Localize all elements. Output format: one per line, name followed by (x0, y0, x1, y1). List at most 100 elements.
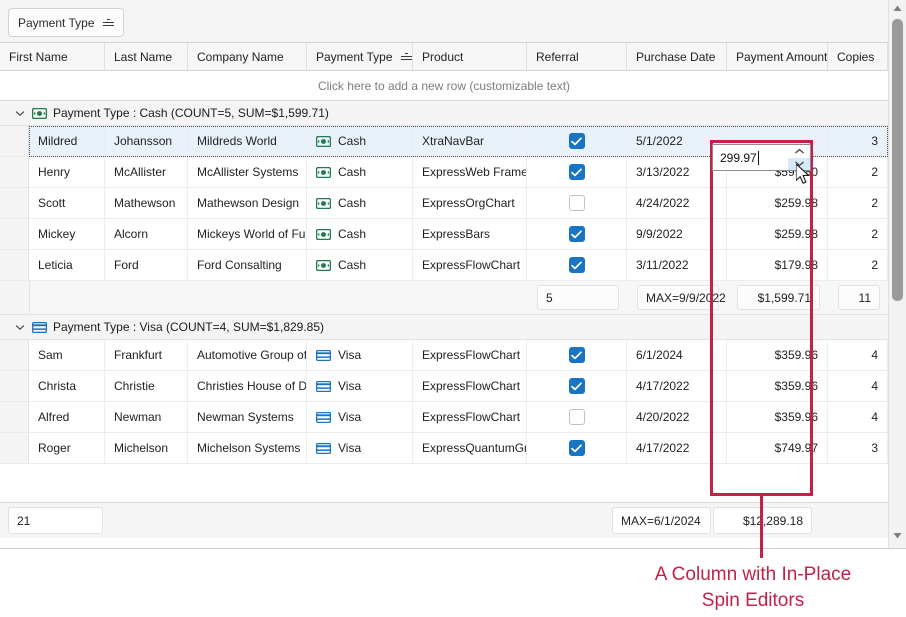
cell-payment_type[interactable]: Visa (307, 433, 413, 463)
cell-purchase_date[interactable]: 4/17/2022 (627, 371, 727, 401)
table-row[interactable]: Christa Christie Christies House of Des Vis… (0, 371, 888, 402)
referral-checkbox[interactable] (568, 226, 585, 242)
cell-copies[interactable]: 4 (828, 371, 888, 401)
scrollbar-thumb[interactable] (892, 19, 903, 301)
cell-payment_type[interactable]: Cash (307, 219, 413, 249)
referral-checkbox[interactable] (568, 257, 585, 273)
cell-product[interactable]: ExpressBars (413, 219, 527, 249)
referral-checkbox[interactable] (568, 195, 585, 211)
cell-payment_amount[interactable]: $259.98 (727, 219, 828, 249)
cell-last_name[interactable]: Michelson (105, 433, 188, 463)
group-header-row[interactable]: Payment Type : Visa (COUNT=4, SUM=$1,829… (0, 315, 888, 340)
cell-last_name[interactable]: Johansson (105, 126, 188, 156)
cell-referral[interactable] (527, 126, 627, 156)
group-by-panel[interactable]: Payment Type (0, 0, 888, 43)
cell-purchase_date[interactable]: 6/1/2024 (627, 340, 727, 370)
cell-payment_amount[interactable]: $359.96 (727, 340, 828, 370)
spin-down-button[interactable] (788, 157, 810, 170)
group-chip-payment-type[interactable]: Payment Type (8, 8, 124, 37)
column-header-company_name[interactable]: Company Name (188, 43, 307, 70)
payment-amount-spin-editor[interactable]: 299.97 (712, 144, 811, 171)
scroll-down-arrow-icon[interactable] (889, 527, 906, 544)
cell-company_name[interactable]: Mildreds World (188, 126, 307, 156)
cell-purchase_date[interactable]: 4/20/2022 (627, 402, 727, 432)
cell-copies[interactable]: 4 (828, 340, 888, 370)
table-row[interactable]: Roger Michelson Michelson Systems Visa Expre… (0, 433, 888, 464)
table-row[interactable]: Scott Mathewson Mathewson Design Cash Expres… (0, 188, 888, 219)
cell-last_name[interactable]: Mathewson (105, 188, 188, 218)
cell-payment_type[interactable]: Visa (307, 402, 413, 432)
cell-payment_type[interactable]: Cash (307, 188, 413, 218)
cell-payment_type[interactable]: Visa (307, 340, 413, 370)
cell-last_name[interactable]: Ford (105, 250, 188, 280)
referral-checkbox[interactable] (568, 440, 585, 456)
cell-copies[interactable]: 4 (828, 402, 888, 432)
column-header-product[interactable]: Product (413, 43, 527, 70)
column-header-payment_type[interactable]: Payment Type (307, 43, 413, 70)
column-header-first_name[interactable]: First Name (0, 43, 105, 70)
referral-checkbox[interactable] (568, 347, 585, 363)
column-header-last_name[interactable]: Last Name (105, 43, 188, 70)
cell-first_name[interactable]: Alfred (29, 402, 105, 432)
cell-copies[interactable]: 2 (828, 188, 888, 218)
column-header-copies[interactable]: Copies (828, 43, 888, 70)
cell-product[interactable]: ExpressFlowChart (413, 250, 527, 280)
cell-first_name[interactable]: Christa (29, 371, 105, 401)
referral-checkbox[interactable] (568, 133, 585, 149)
cell-purchase_date[interactable]: 4/24/2022 (627, 188, 727, 218)
cell-company_name[interactable]: McAllister Systems (188, 157, 307, 187)
cell-last_name[interactable]: Christie (105, 371, 188, 401)
cell-last_name[interactable]: Frankfurt (105, 340, 188, 370)
cell-product[interactable]: ExpressFlowChart (413, 402, 527, 432)
cell-referral[interactable] (527, 371, 627, 401)
group-header-row[interactable]: Payment Type : Cash (COUNT=5, SUM=$1,599… (0, 101, 888, 126)
cell-company_name[interactable]: Mickeys World of Fun (188, 219, 307, 249)
spin-buttons[interactable] (788, 145, 810, 170)
cell-referral[interactable] (527, 402, 627, 432)
cell-first_name[interactable]: Mickey (29, 219, 105, 249)
cell-first_name[interactable]: Roger (29, 433, 105, 463)
chevron-down-icon[interactable] (12, 105, 28, 121)
table-row[interactable]: Mickey Alcorn Mickeys World of Fun Cash Expr… (0, 219, 888, 250)
cell-first_name[interactable]: Henry (29, 157, 105, 187)
referral-checkbox[interactable] (568, 409, 585, 425)
cell-first_name[interactable]: Scott (29, 188, 105, 218)
cell-payment_amount[interactable]: $749.97 (727, 433, 828, 463)
table-row[interactable]: Leticia Ford Ford Consalting Cash ExpressFlo… (0, 250, 888, 281)
cell-copies[interactable]: 2 (828, 219, 888, 249)
table-row[interactable]: Alfred Newman Newman Systems Visa ExpressFlo… (0, 402, 888, 433)
scroll-up-arrow-icon[interactable] (889, 0, 906, 17)
cell-payment_type[interactable]: Cash (307, 250, 413, 280)
cell-product[interactable]: ExpressFlowChart (413, 340, 527, 370)
cell-product[interactable]: ExpressFlowChart (413, 371, 527, 401)
cell-referral[interactable] (527, 250, 627, 280)
cell-copies[interactable]: 2 (828, 157, 888, 187)
cell-company_name[interactable]: Automotive Group of , (188, 340, 307, 370)
cell-payment_amount[interactable]: $359.96 (727, 402, 828, 432)
summary-icon[interactable] (103, 18, 114, 27)
cell-referral[interactable] (527, 219, 627, 249)
cell-company_name[interactable]: Christies House of Des (188, 371, 307, 401)
cell-product[interactable]: ExpressOrgChart (413, 188, 527, 218)
column-header-purchase_date[interactable]: Purchase Date (627, 43, 727, 70)
cell-payment_type[interactable]: Visa (307, 371, 413, 401)
cell-company_name[interactable]: Mathewson Design (188, 188, 307, 218)
cell-referral[interactable] (527, 157, 627, 187)
cell-company_name[interactable]: Newman Systems (188, 402, 307, 432)
cell-referral[interactable] (527, 433, 627, 463)
referral-checkbox[interactable] (568, 164, 585, 180)
cell-copies[interactable]: 2 (828, 250, 888, 280)
cell-product[interactable]: ExpressQuantumGrid (413, 433, 527, 463)
referral-checkbox[interactable] (568, 378, 585, 394)
cell-purchase_date[interactable]: 4/17/2022 (627, 433, 727, 463)
cell-copies[interactable]: 3 (828, 433, 888, 463)
cell-referral[interactable] (527, 340, 627, 370)
cell-payment_amount[interactable]: $179.98 (727, 250, 828, 280)
cell-last_name[interactable]: Alcorn (105, 219, 188, 249)
table-row[interactable]: Sam Frankfurt Automotive Group of , Visa Exp… (0, 340, 888, 371)
cell-last_name[interactable]: McAllister (105, 157, 188, 187)
cell-first_name[interactable]: Mildred (29, 126, 105, 156)
chevron-down-icon[interactable] (12, 319, 28, 335)
new-row-band[interactable]: Click here to add a new row (customizabl… (0, 71, 888, 101)
cell-payment_type[interactable]: Cash (307, 126, 413, 156)
